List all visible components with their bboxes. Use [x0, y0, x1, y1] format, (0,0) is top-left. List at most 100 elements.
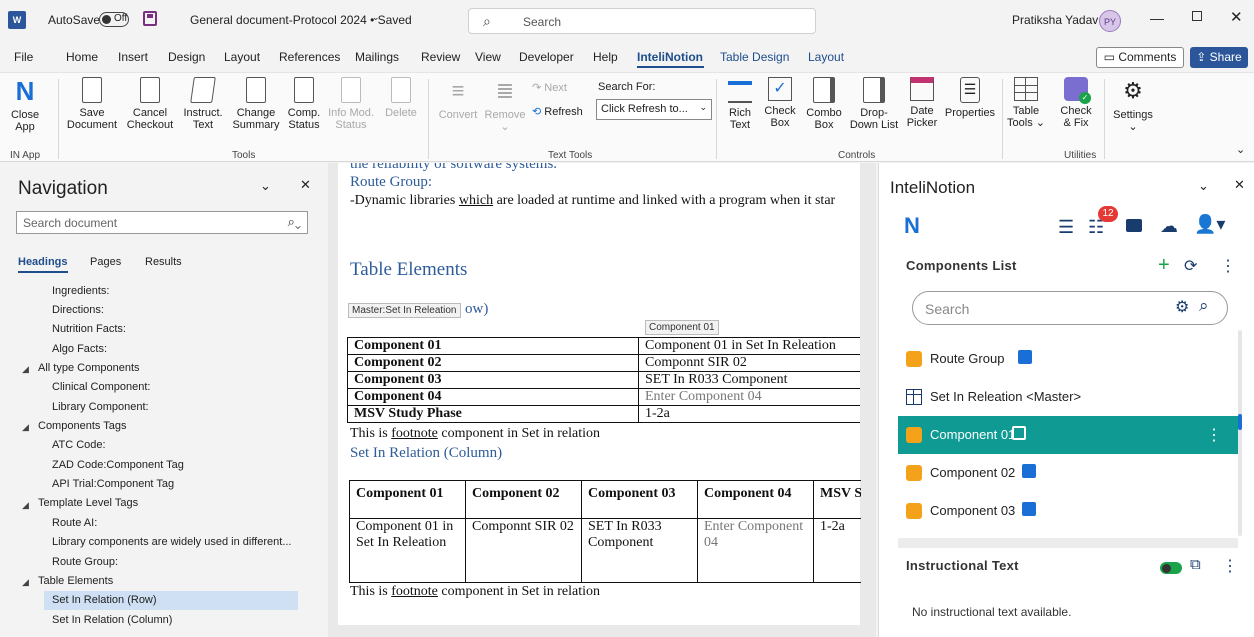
- refresh-components-icon[interactable]: ⟳: [1184, 256, 1197, 276]
- menu-intelinotion[interactable]: InteliNotion: [637, 50, 703, 64]
- collapse-caret-icon[interactable]: ◢: [22, 500, 29, 511]
- table-header-cell[interactable]: MSV S Phase: [813, 480, 861, 519]
- table-cell[interactable]: Enter Component 04: [638, 388, 860, 406]
- save-icon[interactable]: [143, 11, 157, 26]
- next-button[interactable]: ↷ Next: [532, 81, 567, 94]
- instructional-more-icon[interactable]: ⋮: [1222, 556, 1238, 576]
- nav-heading-item[interactable]: All type Components: [38, 359, 140, 378]
- nav-heading-item[interactable]: Components Tags: [38, 417, 126, 436]
- collapse-caret-icon[interactable]: ◢: [22, 364, 29, 375]
- restore-icon[interactable]: [1192, 11, 1202, 21]
- table-cell[interactable]: SET In R033 Component: [581, 518, 698, 583]
- table-cell[interactable]: Componnt SIR 02: [465, 518, 582, 583]
- footnote-link[interactable]: footnote: [391, 426, 438, 441]
- check-fix-button[interactable]: ✓ Check & Fix: [1054, 77, 1098, 129]
- table-header-cell[interactable]: Component 04: [697, 480, 814, 519]
- info-mod-status-button[interactable]: Info Mod. Status: [326, 77, 376, 131]
- word-app-icon[interactable]: W: [8, 11, 26, 29]
- cancel-checkout-button[interactable]: Cancel Checkout: [122, 77, 178, 131]
- menu-references[interactable]: References: [279, 50, 340, 64]
- table-header-cell[interactable]: Component 03: [581, 480, 698, 519]
- nav-heading-item[interactable]: Directions:: [52, 301, 104, 320]
- collapse-caret-icon[interactable]: ◢: [22, 422, 29, 433]
- components-scrollbar[interactable]: [1238, 330, 1242, 536]
- nav-tab-results[interactable]: Results: [145, 256, 182, 268]
- nav-heading-item[interactable]: Library components are widely used in di…: [52, 533, 291, 552]
- table-cell[interactable]: Component 01: [347, 337, 639, 355]
- pane-options-chevron-icon[interactable]: ⌄: [1198, 178, 1209, 194]
- comments-button[interactable]: ▭ Comments: [1096, 47, 1184, 68]
- global-search-box[interactable]: ⌕ Search: [468, 8, 816, 34]
- search-document-input[interactable]: Search document ⌕⌄: [16, 211, 308, 234]
- nav-heading-item[interactable]: API Trial:Component Tag: [52, 475, 174, 494]
- table-cell[interactable]: Component 01 in Set In Releation: [638, 337, 860, 355]
- component-list-item[interactable]: Component 02: [898, 454, 1238, 492]
- ribbon-collapse-chevron-icon[interactable]: ⌄: [1236, 143, 1245, 156]
- search-icon[interactable]: ⌕: [1199, 296, 1209, 316]
- filter-gear-icon[interactable]: ⚙: [1175, 297, 1189, 317]
- comp-status-button[interactable]: Comp. Status: [284, 77, 324, 131]
- instructional-toggle[interactable]: [1160, 561, 1182, 574]
- change-summary-button[interactable]: Change Summary: [228, 77, 284, 131]
- avatar[interactable]: PY: [1099, 10, 1121, 32]
- menu-home[interactable]: Home: [66, 50, 98, 64]
- share-button[interactable]: ⇪ Share: [1190, 47, 1248, 68]
- component-list-item[interactable]: Route Group: [898, 340, 1238, 378]
- table-cell[interactable]: 1-2a: [813, 518, 861, 583]
- components-more-icon[interactable]: ⋮: [1220, 256, 1236, 276]
- nav-close-icon[interactable]: ✕: [300, 177, 311, 193]
- rich-text-button[interactable]: Rich Text: [722, 77, 758, 131]
- footnote-link[interactable]: footnote: [391, 584, 438, 599]
- collapse-caret-icon[interactable]: ◢: [22, 577, 29, 588]
- table-cell[interactable]: Component 04: [347, 388, 639, 406]
- nav-heading-item[interactable]: ATC Code:: [52, 436, 106, 455]
- open-external-icon[interactable]: ⧉: [1190, 556, 1201, 573]
- search-for-dropdown[interactable]: Click Refresh to... ⌄: [596, 99, 712, 120]
- table-header-cell[interactable]: Component 01: [349, 480, 466, 519]
- save-document-button[interactable]: Save Document: [64, 77, 120, 131]
- table-cell[interactable]: Component 03: [347, 371, 639, 389]
- menu-file[interactable]: File: [14, 50, 33, 64]
- settings-button[interactable]: ⚙ Settings ⌄: [1108, 77, 1158, 133]
- table-header-cell[interactable]: Component 02: [465, 480, 582, 519]
- table-cell[interactable]: Componnt SIR 02: [638, 354, 860, 372]
- table-cell[interactable]: SET In R033 Component: [638, 371, 860, 389]
- cloud-upload-icon[interactable]: ☁: [1160, 216, 1178, 237]
- master-content-control-tag[interactable]: Master:Set In Releation: [348, 303, 461, 318]
- nav-heading-item[interactable]: Template Level Tags: [38, 494, 138, 513]
- pane-close-icon[interactable]: ✕: [1234, 177, 1245, 193]
- nav-heading-item[interactable]: Nutrition Facts:: [52, 320, 126, 339]
- nav-heading-item[interactable]: Table Elements: [38, 572, 113, 591]
- add-component-icon[interactable]: +: [1158, 254, 1170, 277]
- table-cell[interactable]: 1-2a: [638, 405, 860, 423]
- component-content-control-tag[interactable]: Component 01: [645, 320, 719, 335]
- nav-heading-item[interactable]: Set In Relation (Column): [52, 611, 172, 630]
- remove-button[interactable]: ≣ Remove ⌄: [482, 77, 528, 133]
- nav-heading-item[interactable]: Clinical Component:: [52, 378, 150, 397]
- table-cell[interactable]: Component 02: [347, 354, 639, 372]
- date-picker-button[interactable]: Date Picker: [902, 77, 942, 129]
- nav-heading-item[interactable]: Route Group:: [52, 553, 118, 572]
- close-icon[interactable]: ✕: [1230, 8, 1243, 26]
- menu-layout[interactable]: Layout: [224, 50, 260, 64]
- menu-view[interactable]: View: [475, 50, 501, 64]
- combo-box-button[interactable]: Combo Box: [802, 77, 846, 131]
- nav-tab-headings[interactable]: Headings: [18, 256, 68, 273]
- item-more-icon[interactable]: ⋮: [1206, 425, 1222, 445]
- component-list-item-selected[interactable]: Component 01 ⋮: [898, 416, 1238, 454]
- nav-heading-item[interactable]: Algo Facts:: [52, 340, 107, 359]
- dropdown-list-button[interactable]: Drop- Down List: [846, 77, 902, 131]
- minimize-icon[interactable]: —: [1150, 10, 1164, 26]
- chevron-down-icon[interactable]: ⌄: [372, 12, 380, 23]
- menu-help[interactable]: Help: [593, 50, 618, 64]
- table-tools-button[interactable]: Table Tools ⌄: [1006, 77, 1046, 129]
- nav-heading-item-selected[interactable]: Set In Relation (Row): [44, 591, 298, 610]
- user-menu-icon[interactable]: 👤▾: [1194, 214, 1225, 235]
- nav-heading-item[interactable]: Library Component:: [52, 398, 149, 417]
- list-view-icon[interactable]: ☰: [1058, 217, 1074, 238]
- user-name[interactable]: Pratiksha Yadav: [1012, 13, 1098, 27]
- menu-design[interactable]: Design: [168, 50, 205, 64]
- delete-button[interactable]: Delete: [380, 77, 422, 119]
- convert-button[interactable]: ≡ Convert: [434, 77, 482, 121]
- nav-heading-item[interactable]: ZAD Code:Component Tag: [52, 456, 184, 475]
